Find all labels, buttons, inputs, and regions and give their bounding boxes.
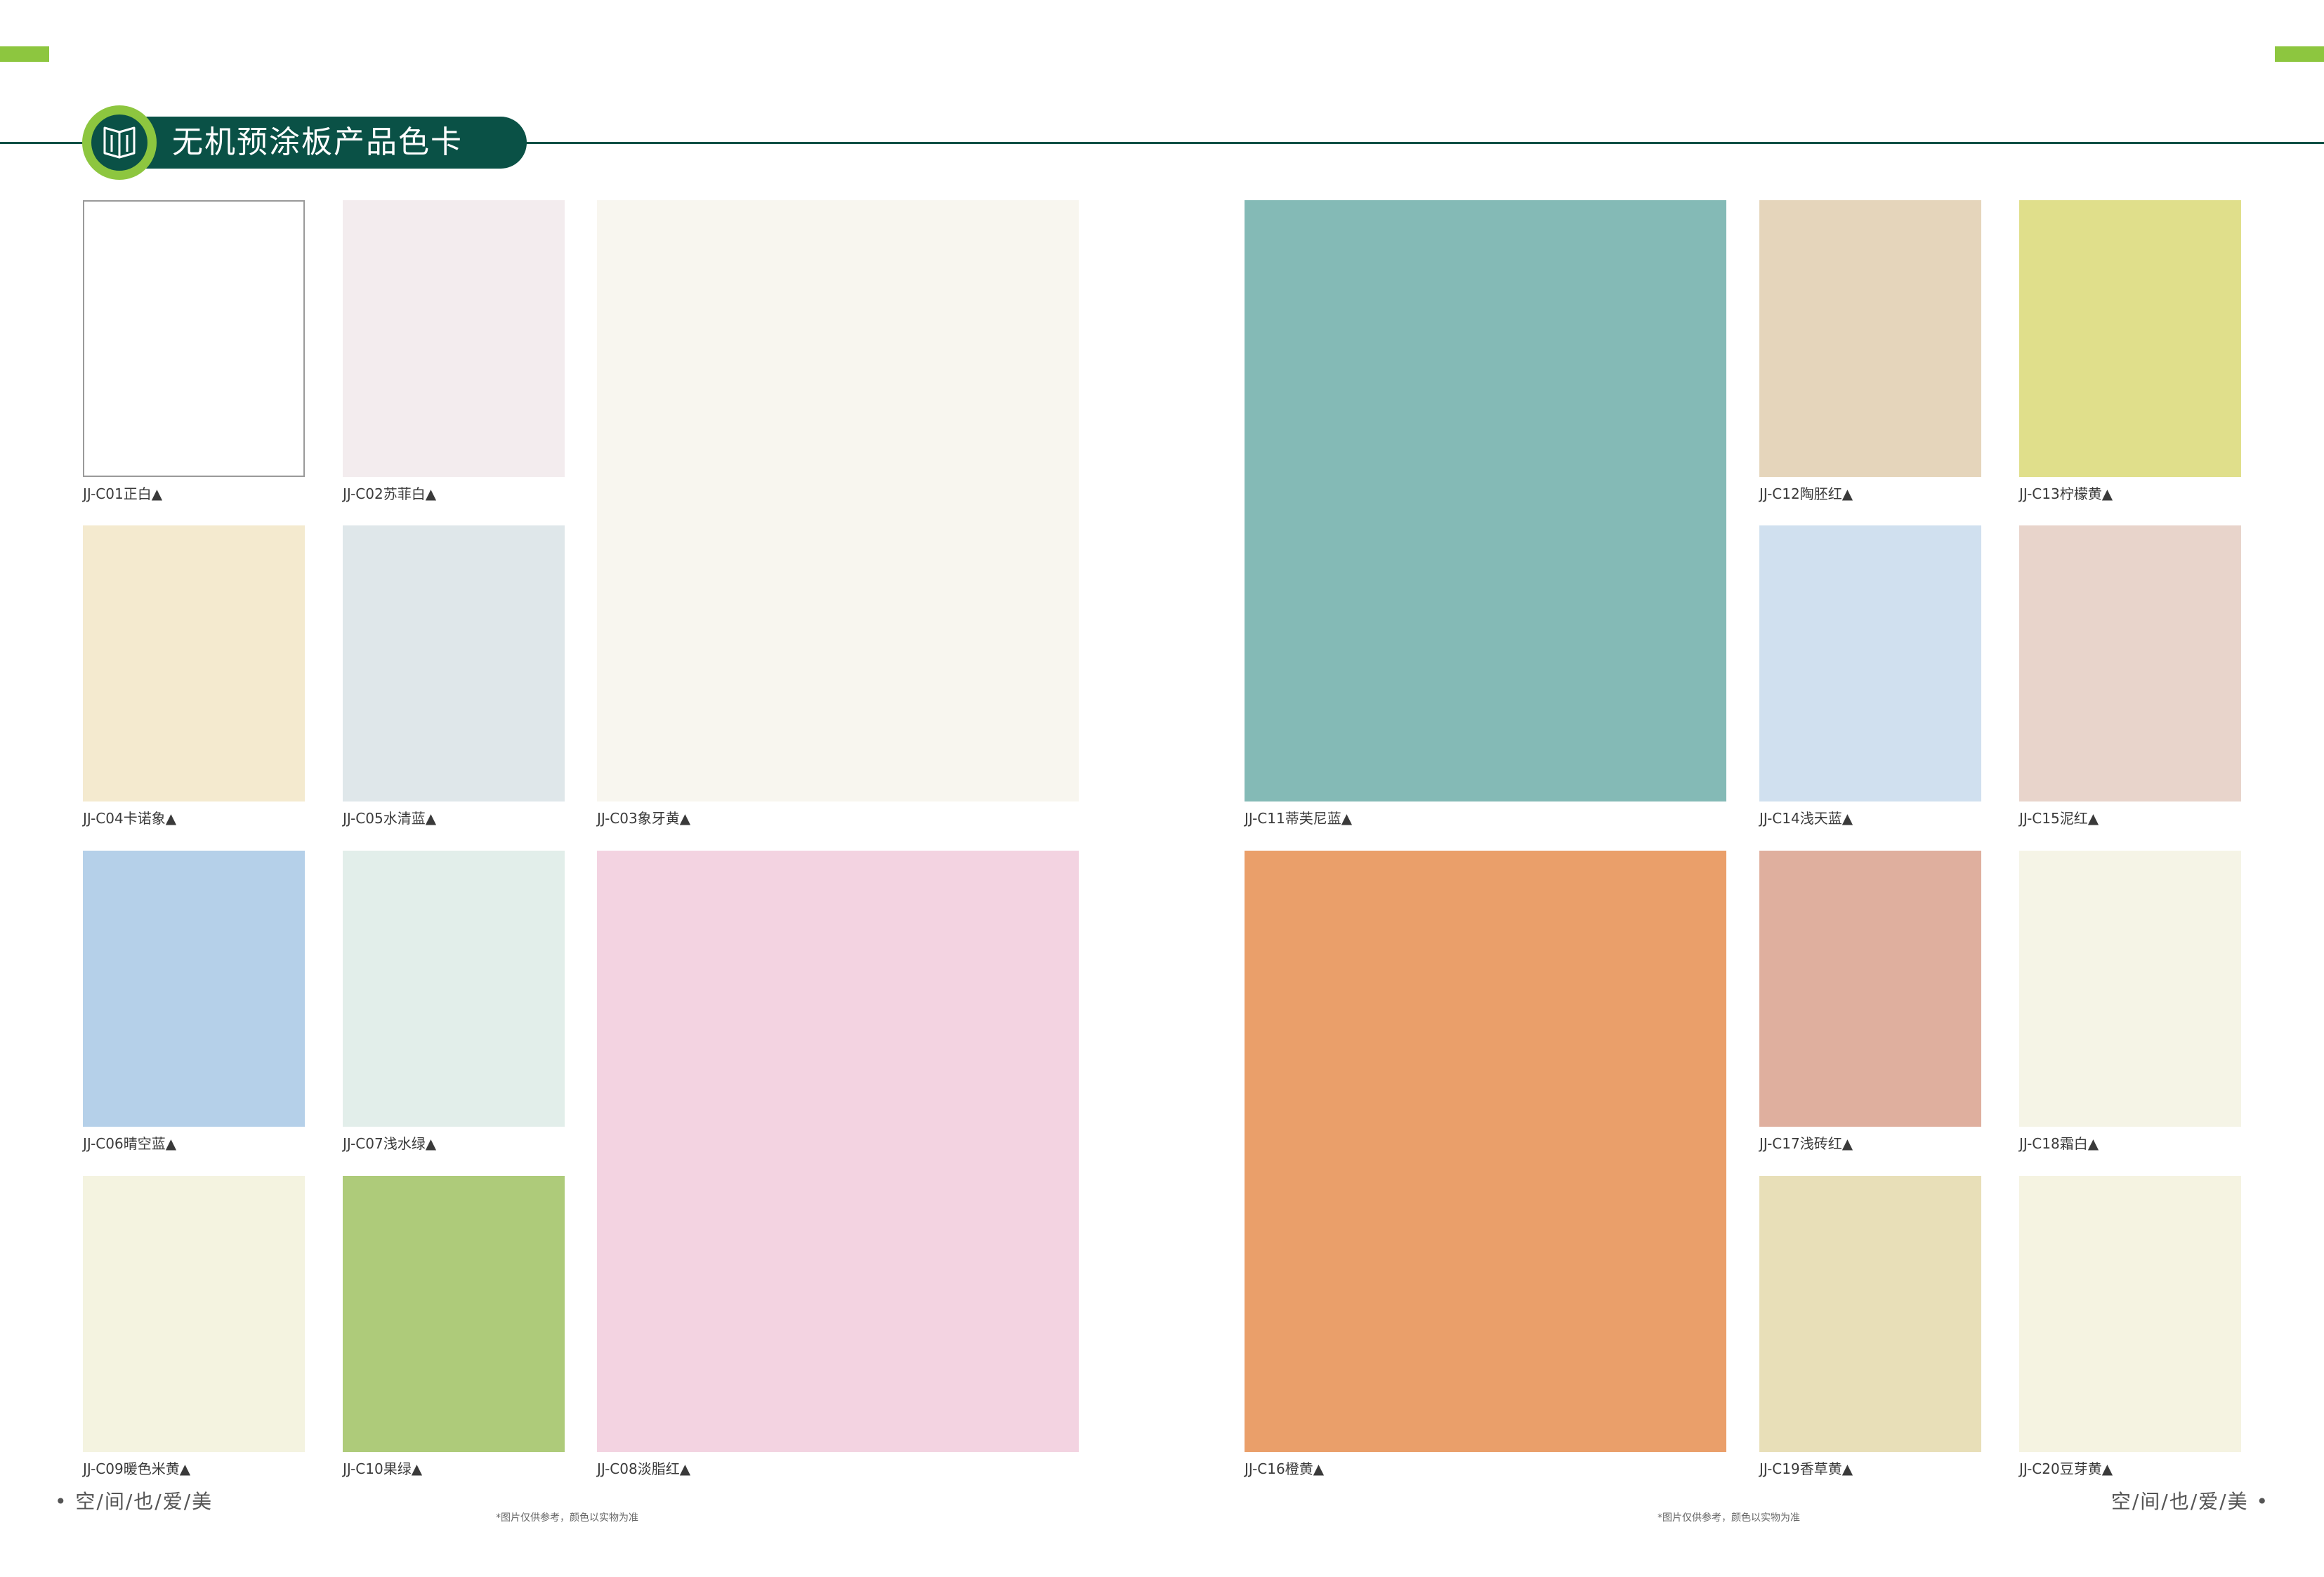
swatch-label: JJ-C14浅天蓝▲ [1759,810,1853,827]
footer-slogan-left: • 空/间/也/爱/美 [55,1490,214,1513]
color-swatch-jj-c07: JJ-C07浅水绿▲ [343,851,565,1155]
swatch-chip [83,525,305,801]
swatch-label: JJ-C20豆芽黄▲ [2019,1460,2113,1477]
disclaimer-right: *图片仅供参考，颜色以实物为准 [1657,1512,1800,1524]
swatch-label: JJ-C16橙黄▲ [1245,1460,1325,1477]
color-swatch-jj-c05: JJ-C05水清蓝▲ [343,525,565,830]
swatch-chip [597,851,1079,1452]
color-swatch-jj-c17: JJ-C17浅砖红▲ [1759,851,1981,1155]
swatch-chip [343,851,565,1127]
swatch-chip [343,200,565,477]
color-swatch-jj-c04: JJ-C04卡诺象▲ [83,525,305,830]
swatch-chip [1759,525,1981,801]
swatch-chip [1245,851,1726,1452]
swatch-label: JJ-C15泥红▲ [2019,810,2099,827]
swatch-label: JJ-C10果绿▲ [343,1460,423,1477]
swatch-label: JJ-C11蒂芙尼蓝▲ [1245,810,1353,827]
color-swatch-jj-c13: JJ-C13柠檬黄▲ [2019,200,2241,505]
swatch-chip [343,525,565,801]
swatch-label: JJ-C12陶胚红▲ [1759,485,1853,502]
swatch-label: JJ-C01正白▲ [83,485,163,502]
color-swatch-jj-c16: JJ-C16橙黄▲ [1245,851,1726,1480]
color-swatch-jj-c01: JJ-C01正白▲ [83,200,305,505]
swatch-chip [2019,851,2241,1127]
swatch-chip [1759,1176,1981,1452]
color-swatch-jj-c11: JJ-C11蒂芙尼蓝▲ [1245,200,1726,830]
color-swatch-jj-c12: JJ-C12陶胚红▲ [1759,200,1981,505]
footer-slogan-right: 空/间/也/爱/美 • [2110,1490,2269,1513]
open-book-icon [103,126,136,159]
top-left-accent-bar [0,46,49,62]
swatch-label: JJ-C02苏菲白▲ [343,485,437,502]
swatch-label: JJ-C19香草黄▲ [1759,1460,1853,1477]
page-title: 无机预涂板产品色卡 [172,124,463,160]
swatch-chip [1245,200,1726,801]
swatch-label: JJ-C03象牙黄▲ [597,810,691,827]
swatch-label: JJ-C08淡脂红▲ [597,1460,691,1477]
color-swatch-jj-c03: JJ-C03象牙黄▲ [597,200,1079,830]
swatch-chip [2019,1176,2241,1452]
swatch-label: JJ-C06晴空蓝▲ [83,1135,177,1152]
disclaimer-left: *图片仅供参考，颜色以实物为准 [496,1512,638,1524]
color-swatch-jj-c19: JJ-C19香草黄▲ [1759,1176,1981,1480]
color-swatch-jj-c18: JJ-C18霜白▲ [2019,851,2241,1155]
color-swatch-jj-c02: JJ-C02苏菲白▲ [343,200,565,505]
color-swatch-jj-c09: JJ-C09暖色米黄▲ [83,1176,305,1480]
swatch-chip [2019,200,2241,477]
swatch-label: JJ-C13柠檬黄▲ [2019,485,2113,502]
swatch-chip [83,200,305,477]
swatch-label: JJ-C17浅砖红▲ [1759,1135,1853,1152]
swatch-chip [83,851,305,1127]
header-badge [82,105,157,180]
swatch-chip [2019,525,2241,801]
swatch-label: JJ-C04卡诺象▲ [83,810,177,827]
swatch-label: JJ-C09暖色米黄▲ [83,1460,191,1477]
color-swatch-jj-c08: JJ-C08淡脂红▲ [597,851,1079,1480]
color-swatch-jj-c15: JJ-C15泥红▲ [2019,525,2241,830]
swatch-label: JJ-C18霜白▲ [2019,1135,2099,1152]
top-right-accent-bar [2275,46,2324,62]
swatch-chip [343,1176,565,1452]
color-swatch-jj-c20: JJ-C20豆芽黄▲ [2019,1176,2241,1480]
color-swatch-jj-c10: JJ-C10果绿▲ [343,1176,565,1480]
header-badge-inner [91,114,147,171]
swatch-chip [597,200,1079,801]
swatch-chip [83,1176,305,1452]
swatch-chip [1759,851,1981,1127]
color-swatch-jj-c06: JJ-C06晴空蓝▲ [83,851,305,1155]
swatch-chip [1759,200,1981,477]
swatch-label: JJ-C07浅水绿▲ [343,1135,437,1152]
color-swatch-jj-c14: JJ-C14浅天蓝▲ [1759,525,1981,830]
swatch-label: JJ-C05水清蓝▲ [343,810,437,827]
